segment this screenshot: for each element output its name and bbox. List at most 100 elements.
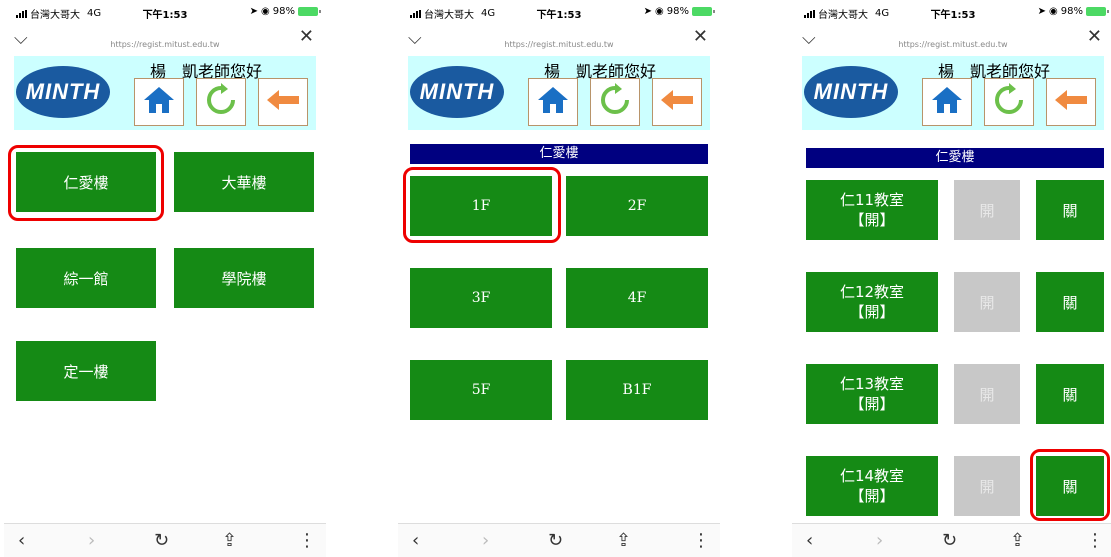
room-name: 仁13教室 [839,375,905,393]
refresh-icon [992,83,1026,121]
section-title: 仁愛樓 [806,148,1104,168]
location-icon: ➤ [643,6,653,17]
room-button[interactable]: 仁11教室 【開】 [806,180,938,240]
home-button[interactable] [134,78,184,126]
more-icon[interactable]: ⋮ [1086,530,1104,551]
browser-bar: ⌵ https://regist.mitust.edu.tw ✕ [4,26,326,52]
url-text: https://regist.mitust.edu.tw [110,40,220,49]
nav-back-icon[interactable]: ‹ [412,530,419,551]
more-icon[interactable]: ⋮ [298,530,316,551]
floor-button[interactable]: 4F [566,268,708,328]
browser-nav: ‹ › ↻ ⇪ ⋮ [4,523,326,557]
browser-bar: ⌵ https://regist.mitust.edu.tw ✕ [792,26,1111,52]
nav-forward-icon[interactable]: › [482,530,489,551]
status-bar: 台灣大哥大 4G 下午1:53 ➤ ◉ 98% [398,0,720,22]
battery-icon [1086,7,1109,16]
close-button[interactable]: 關 [1036,456,1104,516]
status-bar: 台灣大哥大 4G 下午1:53 ➤ ◉ 98% [4,0,326,22]
home-icon [142,85,176,119]
floor-button[interactable]: B1F [566,360,708,420]
home-button[interactable] [922,78,972,126]
room-state: 【開】 [849,303,895,321]
battery-percent: 98% [272,6,295,17]
open-button[interactable]: 開 [954,272,1020,332]
floor-button[interactable]: 5F [410,360,552,420]
room-button[interactable]: 仁14教室【開】 [806,456,938,516]
close-icon[interactable]: ✕ [1087,26,1102,47]
close-icon[interactable]: ✕ [693,26,708,47]
back-arrow-icon [1053,88,1089,116]
refresh-icon [204,83,238,121]
reload-icon[interactable]: ↻ [548,530,563,551]
nav-back-icon[interactable]: ‹ [18,530,25,551]
alarm-icon: ◉ [655,6,664,17]
back-arrow-icon [659,88,695,116]
reload-icon[interactable]: ↻ [154,530,169,551]
share-icon[interactable]: ⇪ [616,530,631,551]
back-button[interactable] [652,78,702,126]
building-button[interactable]: 定一樓 [16,341,156,401]
battery-icon [298,7,321,16]
close-button[interactable]: 關 [1036,364,1104,424]
building-button[interactable]: 綜一館 [16,248,156,308]
close-button[interactable]: 關 [1036,180,1104,240]
floor-button[interactable]: 3F [410,268,552,328]
back-button[interactable] [1046,78,1096,126]
room-state: 【開】 [849,211,895,229]
page-header: MINTH 楊 凱老師您好 [14,56,316,130]
open-button[interactable]: 開 [954,180,1020,240]
home-icon [930,85,964,119]
nav-forward-icon[interactable]: › [88,530,95,551]
refresh-button[interactable] [590,78,640,126]
reload-icon[interactable]: ↻ [942,530,957,551]
room-state: 【開】 [849,395,895,413]
back-arrow-icon [265,88,301,116]
close-button[interactable]: 關 [1036,272,1104,332]
phone-screen-2: 台灣大哥大 4G 下午1:53 ➤ ◉ 98% ⌵ https://regist… [398,0,720,557]
refresh-button[interactable] [196,78,246,126]
page-header: MINTH 楊 凱老師您好 [802,56,1104,130]
room-button[interactable]: 仁12教室【開】 [806,272,938,332]
location-icon: ➤ [249,6,259,17]
url-text: https://regist.mitust.edu.tw [898,40,1008,49]
back-button[interactable] [258,78,308,126]
page-header: MINTH 楊 凱老師您好 [408,56,710,130]
close-icon[interactable]: ✕ [299,26,314,47]
room-name: 仁12教室 [839,283,905,301]
nav-back-icon[interactable]: ‹ [806,530,813,551]
more-icon[interactable]: ⋮ [692,530,710,551]
status-bar: 台灣大哥大 4G 下午1:53 ➤ ◉ 98% [792,0,1111,22]
home-icon [536,85,570,119]
building-button[interactable]: 大華樓 [174,152,314,212]
battery-icon [692,7,715,16]
open-button[interactable]: 開 [954,364,1020,424]
room-button[interactable]: 仁13教室【開】 [806,364,938,424]
phone-screen-1: 台灣大哥大 4G 下午1:53 ➤ ◉ 98% ⌵ https://regist… [4,0,326,557]
building-button[interactable]: 學院樓 [174,248,314,308]
share-icon[interactable]: ⇪ [1010,530,1025,551]
phone-screen-3: 台灣大哥大 4G 下午1:53 ➤ ◉ 98% ⌵ https://regist… [792,0,1111,557]
refresh-icon [598,83,632,121]
share-icon[interactable]: ⇪ [222,530,237,551]
browser-bar: ⌵ https://regist.mitust.edu.tw ✕ [398,26,720,52]
open-button[interactable]: 開 [954,456,1020,516]
alarm-icon: ◉ [261,6,270,17]
battery-percent: 98% [666,6,689,17]
url-text: https://regist.mitust.edu.tw [504,40,614,49]
minth-logo: MINTH [804,66,898,118]
browser-nav: ‹ › ↻ ⇪ ⋮ [398,523,720,557]
floor-button[interactable]: 1F [410,176,552,236]
refresh-button[interactable] [984,78,1034,126]
floor-button[interactable]: 2F [566,176,708,236]
browser-nav: ‹ › ↻ ⇪ ⋮ [792,523,1111,557]
nav-forward-icon[interactable]: › [876,530,883,551]
room-name: 仁14教室 [839,467,905,485]
building-button[interactable]: 仁愛樓 [16,152,156,212]
room-state: 【開】 [849,487,895,505]
location-icon: ➤ [1037,6,1047,17]
minth-logo: MINTH [16,66,110,118]
minth-logo: MINTH [410,66,504,118]
battery-percent: 98% [1060,6,1083,17]
home-button[interactable] [528,78,578,126]
section-title: 仁愛樓 [410,144,708,164]
